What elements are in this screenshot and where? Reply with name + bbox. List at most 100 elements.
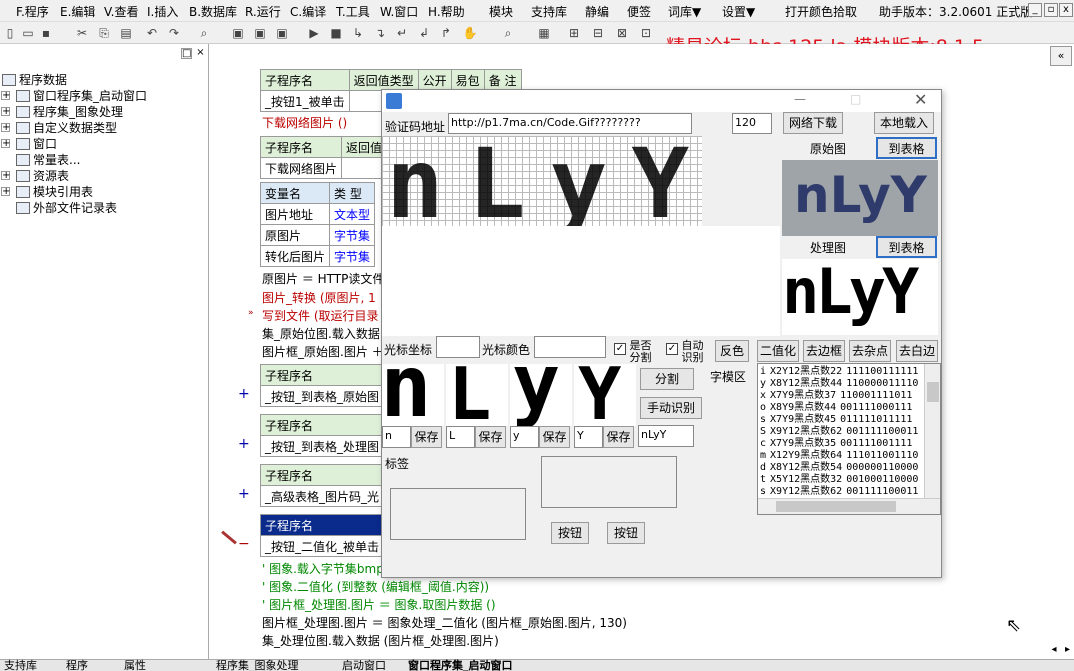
restore-button[interactable]: ▫ [1044, 3, 1058, 17]
menu-run[interactable]: R.运行 [245, 3, 281, 20]
local-load-button[interactable]: 本地载入 [874, 112, 934, 134]
menu-view[interactable]: V.查看 [104, 3, 138, 20]
remove-border-button[interactable]: 去边框 [803, 340, 845, 362]
sub-name-cell[interactable]: _按钮_到表格_原始图 [260, 385, 386, 407]
split-button[interactable]: 分割 [640, 368, 694, 390]
char-input-4[interactable]: Y [574, 426, 603, 448]
menu-settings[interactable]: 设置▼ [722, 3, 755, 20]
code-line[interactable]: 图片框_处理图.图片 ＝ 图象处理_二值化 (图片框_原始图.图片, 130) [262, 614, 627, 631]
expand-icon[interactable]: + [1, 187, 10, 197]
remove-noise-button[interactable]: 去杂点 [849, 340, 891, 362]
char-input-1[interactable]: n [382, 426, 411, 448]
binoculars-icon[interactable]: ⌕ [500, 25, 516, 41]
menu-support-lib[interactable]: 支持库 [531, 3, 567, 20]
code-line[interactable]: 原图片 ＝ HTTP读文件 [262, 270, 384, 287]
code-line[interactable]: 集_处理位图.载入数据 (图片框_处理图.图片) [262, 632, 499, 649]
layout-2-icon[interactable]: ▣ [252, 25, 268, 41]
grid-icon[interactable]: ▦ [536, 25, 552, 41]
dictionary-list[interactable]: i X2Y12黑点数22 111100111111 y X8Y12黑点数44 110000… [757, 363, 941, 515]
tree-item-external-files[interactable]: 外部文件记录表 [16, 199, 117, 216]
collapse-minus-icon[interactable]: − [238, 536, 250, 552]
binarize-button[interactable]: 二值化 [757, 340, 799, 362]
code-comment[interactable]: ' 图象.载入字节集bmp [262, 560, 384, 577]
dictionary-row[interactable]: d X8Y12黑点数54 000000110000 [760, 462, 924, 474]
menu-color-picker[interactable]: 打开颜色拾取 [785, 3, 857, 20]
pane-close-icon[interactable]: × [195, 48, 206, 59]
menu-file[interactable]: F.程序 [16, 3, 49, 20]
sub-name-cell[interactable]: _按钮_到表格_处理图 [260, 435, 386, 457]
dictionary-row[interactable]: s X9Y12黑点数62 001111100011 [760, 486, 924, 498]
expand-plus-icon[interactable]: + [238, 486, 250, 502]
save-char-button-1[interactable]: 保存 [411, 426, 442, 448]
save-icon[interactable]: ▪ [38, 25, 54, 41]
dialog-minimize-icon[interactable]: — [794, 92, 806, 106]
dictionary-row[interactable]: s X7Y9黑点数45 011111011111 [760, 414, 924, 426]
undo-icon[interactable]: ↶ [144, 25, 160, 41]
expand-icon[interactable]: + [1, 123, 10, 133]
button-a[interactable]: 按钮 [551, 522, 589, 544]
to-table-button-processed[interactable]: 到表格 [876, 236, 937, 258]
dictionary-row[interactable]: S X9Y12黑点数62 001111100011 [760, 426, 924, 438]
tab-program[interactable]: 程序 [66, 660, 88, 671]
char-input-2[interactable]: L [446, 426, 475, 448]
code-comment[interactable]: ' 图象.二值化 (到整数 (编辑框_阈值.内容)) [262, 578, 489, 595]
tree-item-constants[interactable]: 常量表... [16, 151, 80, 168]
trim-white-button[interactable]: 去白边 [896, 340, 938, 362]
cursor-color-input[interactable] [534, 336, 606, 358]
size-input[interactable]: 120 [732, 113, 772, 134]
scroll-right-icon[interactable]: ▸ [1061, 645, 1074, 655]
tree-item-window[interactable]: 窗口 [16, 135, 57, 152]
menu-notes[interactable]: 便签 [627, 3, 651, 20]
doc-tab-image-processing[interactable]: 程序集_图象处理 [216, 660, 299, 671]
stop-icon[interactable]: ■ [328, 25, 344, 41]
dictionary-row[interactable]: x X7Y9黑点数37 110001111011 [760, 390, 924, 402]
sub-name-cell[interactable]: 下载网络图片 [259, 157, 343, 179]
align-1-icon[interactable]: ⊞ [566, 25, 582, 41]
code-line[interactable]: 图片框_原始图.图片 ＋ [262, 343, 384, 360]
paste-icon[interactable]: ▤ [118, 25, 134, 41]
copy-icon[interactable]: ⎘ [96, 25, 112, 41]
var-type[interactable]: 字节集 [329, 224, 376, 246]
url-input[interactable]: http://p1.7ma.cn/Code.Gif???????? [448, 113, 692, 134]
menu-static-compile[interactable]: 静编 [585, 3, 609, 20]
code-line[interactable]: 写到文件 (取运行目录 [262, 307, 379, 324]
hand-icon[interactable]: ✋ [462, 25, 478, 41]
step-4-icon[interactable]: ↲ [416, 25, 432, 41]
menu-database[interactable]: B.数据库 [189, 3, 237, 20]
pane-pin-icon[interactable]: □ [181, 48, 192, 59]
step-5-icon[interactable]: ↱ [438, 25, 454, 41]
tree-item-image-processing[interactable]: 程序集_图象处理 [16, 103, 123, 120]
menu-module[interactable]: 模块 [489, 3, 513, 20]
save-char-button-2[interactable]: 保存 [475, 426, 506, 448]
scroll-thumb[interactable] [776, 501, 896, 512]
save-char-button-4[interactable]: 保存 [603, 426, 634, 448]
step-1-icon[interactable]: ↳ [350, 25, 366, 41]
dictionary-row[interactable]: y X8Y12黑点数44 110000011110 [760, 378, 924, 390]
menu-dictionary[interactable]: 词库▼ [668, 3, 701, 20]
align-3-icon[interactable]: ⊠ [614, 25, 630, 41]
close-button[interactable]: x [1059, 3, 1073, 17]
var-name[interactable]: 原图片 [259, 224, 331, 246]
cut-icon[interactable]: ✂ [74, 25, 90, 41]
collapse-panel-button[interactable]: « [1050, 46, 1072, 66]
redo-icon[interactable]: ↷ [166, 25, 182, 41]
tree-item-custom-types[interactable]: 自定义数据类型 [16, 119, 117, 136]
code-line[interactable]: 下载网络图片 () [262, 114, 347, 131]
menu-help[interactable]: H.帮助 [428, 3, 465, 20]
expand-icon[interactable]: + [1, 139, 10, 149]
code-line[interactable]: 集_原始位图.载入数据 [262, 325, 380, 342]
var-type[interactable]: 文本型 [329, 203, 376, 225]
menu-edit[interactable]: E.编辑 [60, 3, 95, 20]
expand-plus-icon[interactable]: + [238, 436, 250, 452]
save-char-button-3[interactable]: 保存 [539, 426, 570, 448]
open-folder-icon[interactable]: ▭ [20, 25, 36, 41]
tree-root[interactable]: 程序数据 [2, 71, 67, 88]
dictionary-row[interactable]: m X12Y9黑点数64 111011001110 [760, 450, 924, 462]
menu-compile[interactable]: C.编译 [290, 3, 326, 20]
invert-button[interactable]: 反色 [715, 340, 749, 362]
menu-insert[interactable]: I.插入 [147, 3, 178, 20]
align-4-icon[interactable]: ⊡ [638, 25, 654, 41]
cursor-coord-input[interactable] [436, 336, 480, 358]
tree-item-resources[interactable]: 资源表 [16, 167, 69, 184]
code-line[interactable]: 图片_转换 (原图片, 1 [262, 289, 376, 306]
